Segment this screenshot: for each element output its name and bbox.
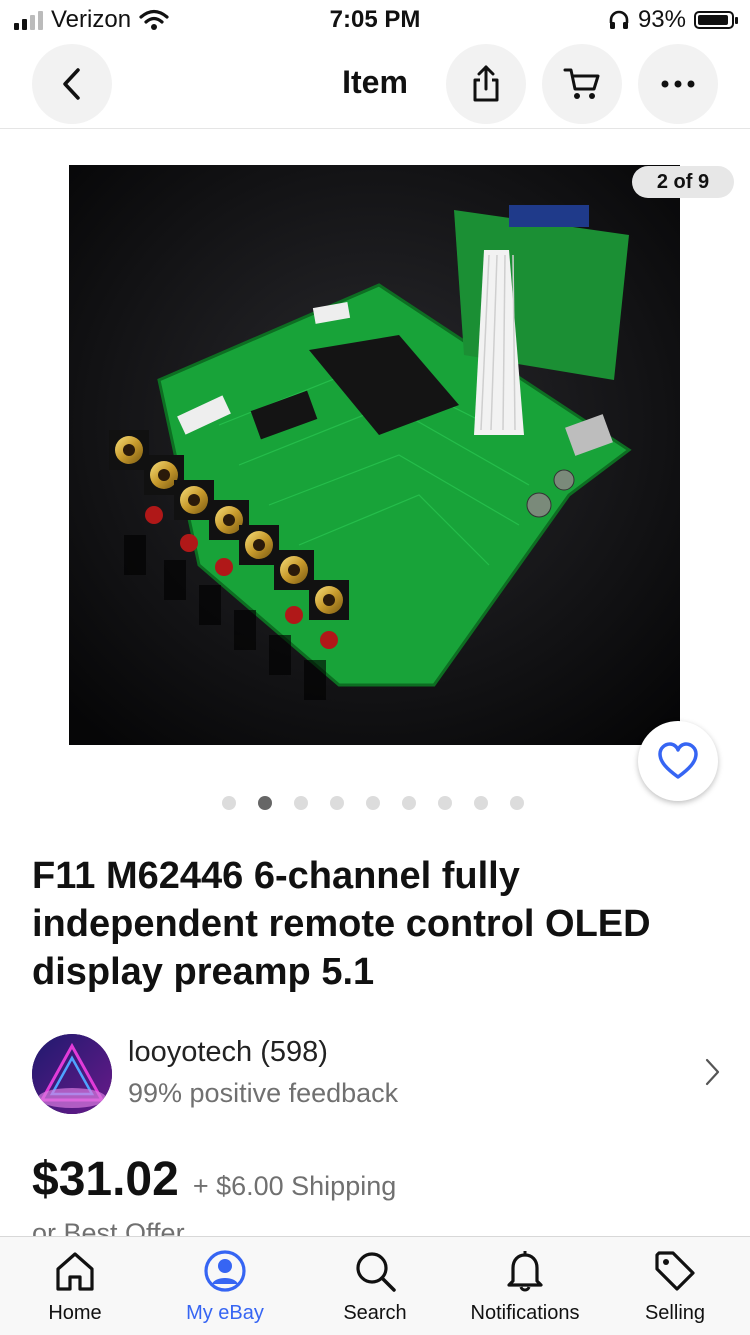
gallery-dot[interactable] bbox=[402, 796, 416, 810]
gallery-dot[interactable] bbox=[438, 796, 452, 810]
cart-icon bbox=[563, 68, 600, 99]
tab-search[interactable]: Search bbox=[300, 1249, 450, 1325]
top-nav: Item bbox=[0, 42, 750, 129]
tab-selling[interactable]: Selling bbox=[600, 1249, 750, 1325]
tab-home-label: Home bbox=[48, 1302, 102, 1324]
gallery-dot[interactable] bbox=[510, 796, 524, 810]
share-button[interactable] bbox=[446, 44, 526, 124]
heart-icon bbox=[658, 742, 698, 779]
product-image[interactable] bbox=[69, 165, 680, 745]
gallery-dot[interactable] bbox=[366, 796, 380, 810]
shipping-cost: + $6.00 Shipping bbox=[192, 1171, 397, 1201]
item-price: $31.02 bbox=[32, 1153, 179, 1206]
tab-home[interactable]: Home bbox=[0, 1249, 150, 1325]
gallery-dot[interactable] bbox=[294, 796, 308, 810]
more-icon bbox=[661, 80, 695, 88]
seller-name: looyotech (598) bbox=[128, 1036, 328, 1068]
status-right: 93% bbox=[608, 6, 738, 34]
tab-selling-label: Selling bbox=[644, 1302, 706, 1324]
search-icon bbox=[356, 1252, 396, 1292]
bottom-tab-bar: Home My eBay Search Notifications Sellin… bbox=[0, 1236, 750, 1335]
best-offer-label: or Best Offer bbox=[32, 1218, 185, 1238]
price-row: $31.02 + $6.00 Shipping bbox=[32, 1152, 396, 1207]
status-bar: Verizon 7:05 PM 93% bbox=[0, 0, 750, 40]
gallery-dot[interactable] bbox=[222, 796, 236, 810]
gallery-pagination[interactable] bbox=[0, 796, 748, 810]
more-button[interactable] bbox=[638, 44, 718, 124]
image-counter: 2 of 9 bbox=[632, 166, 734, 198]
gallery-dot[interactable] bbox=[330, 796, 344, 810]
tab-notifications[interactable]: Notifications bbox=[450, 1249, 600, 1325]
tab-my-ebay-label: My eBay bbox=[186, 1302, 264, 1324]
battery-icon bbox=[694, 11, 738, 29]
item-title: F11 M62446 6-channel fully independent r… bbox=[32, 855, 651, 993]
seller-feedback: 99% positive feedback bbox=[128, 1078, 399, 1108]
user-icon bbox=[204, 1250, 246, 1292]
bell-icon bbox=[507, 1251, 543, 1292]
tab-notifications-label: Notifications bbox=[470, 1302, 580, 1324]
gallery-dot[interactable] bbox=[474, 796, 488, 810]
cart-button[interactable] bbox=[542, 44, 622, 124]
tab-search-label: Search bbox=[343, 1302, 407, 1324]
tab-my-ebay[interactable]: My eBay bbox=[150, 1249, 300, 1325]
battery-percent: 93% bbox=[637, 6, 686, 33]
watch-button[interactable] bbox=[638, 721, 718, 801]
chevron-right-icon bbox=[705, 1058, 720, 1086]
headphones-icon bbox=[609, 10, 629, 29]
home-icon bbox=[56, 1252, 94, 1291]
seller-row[interactable]: looyotech (598) 99% positive feedback bbox=[0, 1030, 750, 1118]
share-icon bbox=[473, 65, 499, 102]
seller-avatar bbox=[32, 1034, 112, 1114]
tag-icon bbox=[655, 1251, 695, 1291]
gallery-dot[interactable] bbox=[258, 796, 272, 810]
circuit-board-image bbox=[69, 165, 680, 745]
